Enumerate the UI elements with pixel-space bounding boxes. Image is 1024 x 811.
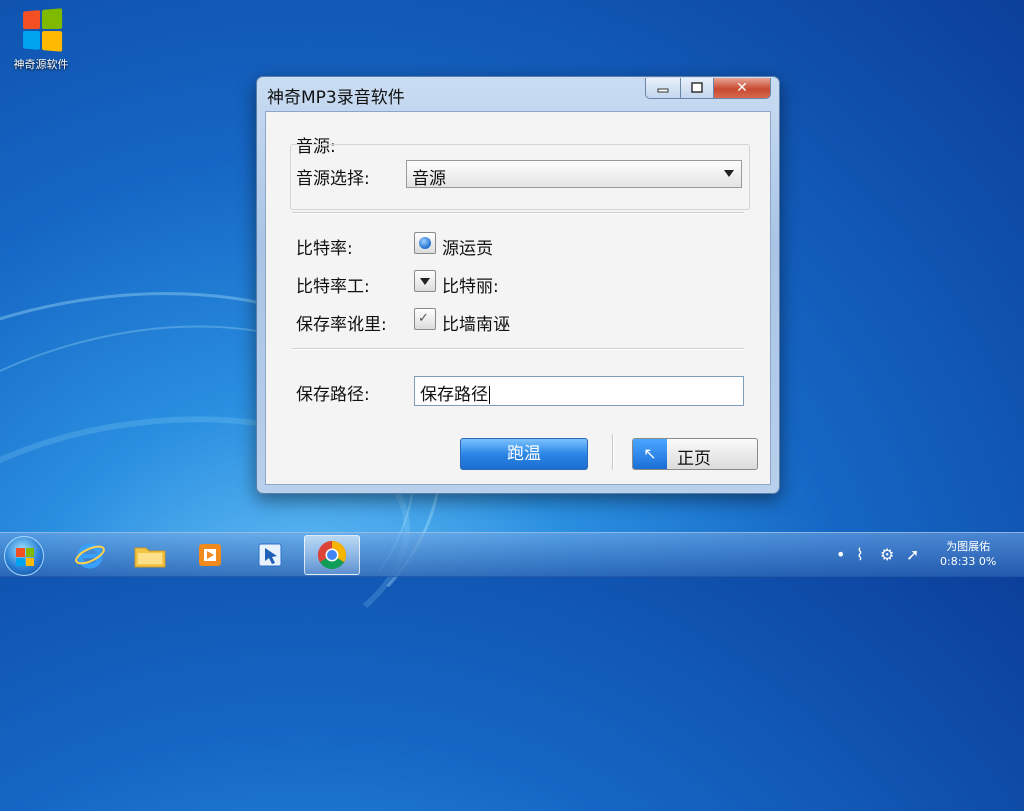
save-path-input[interactable]: 保存路径 — [414, 376, 744, 406]
taskbar-media-player[interactable] — [182, 535, 238, 575]
internet-explorer-icon — [75, 543, 105, 569]
taskbar: • ⌇ ⚙ ➚ 为图展佑 0:8:33 0% — [0, 532, 1024, 577]
bitrate-radio[interactable] — [414, 232, 436, 254]
close-button[interactable]: ✕ — [713, 78, 771, 99]
taskbar-file-explorer[interactable] — [122, 535, 178, 575]
triangle-down-icon — [420, 278, 430, 285]
save-rate-option-label: 比墙南诬 — [442, 315, 510, 335]
save-rate-checkbox[interactable]: ✓ — [414, 308, 436, 330]
bitrate-mode-option-label: 比特丽: — [442, 277, 499, 297]
checkmark-icon: ✓ — [418, 311, 429, 326]
radio-selected-icon — [419, 237, 431, 249]
chevron-down-icon — [724, 170, 734, 177]
desktop-icon-label: 神奇源软件 — [13, 58, 69, 71]
desktop-icon-app[interactable]: 神奇源软件 — [6, 8, 76, 72]
source-select-label: 音源选择: — [296, 169, 370, 189]
save-rate-label: 保存率讹里: — [296, 315, 387, 335]
window-title: 神奇MP3录音软件 — [267, 88, 405, 108]
taskbar-chrome[interactable] — [304, 535, 360, 575]
start-button[interactable] — [4, 536, 44, 576]
title-bar[interactable]: 神奇MP3录音软件 ✕ — [257, 77, 779, 111]
minimize-icon — [657, 88, 669, 93]
recorder-window: 神奇MP3录音软件 ✕ 音源: 音源选择: 音源 比特率: 源运贡 比特率⼯: … — [256, 76, 780, 494]
bitrate-label: 比特率: — [296, 239, 353, 259]
bitrate-mode-dropdown[interactable] — [414, 270, 436, 292]
taskbar-clock[interactable]: 为图展佑 0:8:33 0% — [940, 539, 996, 569]
close-icon: ✕ — [736, 80, 748, 96]
text-caret — [489, 386, 490, 404]
ok-button[interactable]: 跑温 — [460, 438, 588, 470]
bitrate-option-label: 源运贡 — [442, 239, 493, 259]
minimize-button[interactable] — [645, 78, 681, 99]
cancel-button[interactable]: ↖ 正页 — [632, 438, 758, 470]
folder-icon — [134, 547, 166, 568]
clock-line-2: 0:8:33 0% — [940, 555, 997, 568]
save-path-label: 保存路径: — [296, 385, 370, 405]
dot-icon[interactable]: • — [836, 545, 845, 564]
maximize-icon — [691, 82, 703, 93]
source-select-value: 音源 — [412, 169, 446, 189]
chrome-icon — [318, 541, 346, 569]
network-icon[interactable]: ⌇ — [856, 545, 864, 564]
back-arrow-icon: ↖ — [633, 439, 667, 469]
taskbar-internet-explorer[interactable] — [62, 535, 118, 575]
windows-logo-icon — [23, 8, 63, 52]
separator — [292, 212, 744, 214]
maximize-button[interactable] — [680, 78, 714, 99]
clock-line-1: 为图展佑 — [946, 540, 991, 553]
media-player-icon — [199, 544, 221, 566]
bitrate-mode-label: 比特率⼯: — [296, 277, 370, 297]
windows-logo-icon — [16, 548, 34, 566]
taskbar-arrow-app[interactable] — [242, 535, 298, 575]
arrow-app-icon — [258, 543, 282, 567]
button-divider — [612, 434, 614, 470]
upload-arrow-icon[interactable]: ➚ — [906, 545, 919, 564]
save-path-value: 保存路径 — [420, 385, 488, 405]
separator — [292, 348, 744, 350]
cancel-button-label: 正页 — [677, 449, 711, 469]
source-select[interactable]: 音源 — [406, 160, 742, 189]
dialog-body: 音源: 音源选择: 音源 比特率: 源运贡 比特率⼯: 比特丽: 保存率讹里: … — [265, 111, 771, 485]
settings-icon[interactable]: ⚙ — [880, 545, 894, 564]
